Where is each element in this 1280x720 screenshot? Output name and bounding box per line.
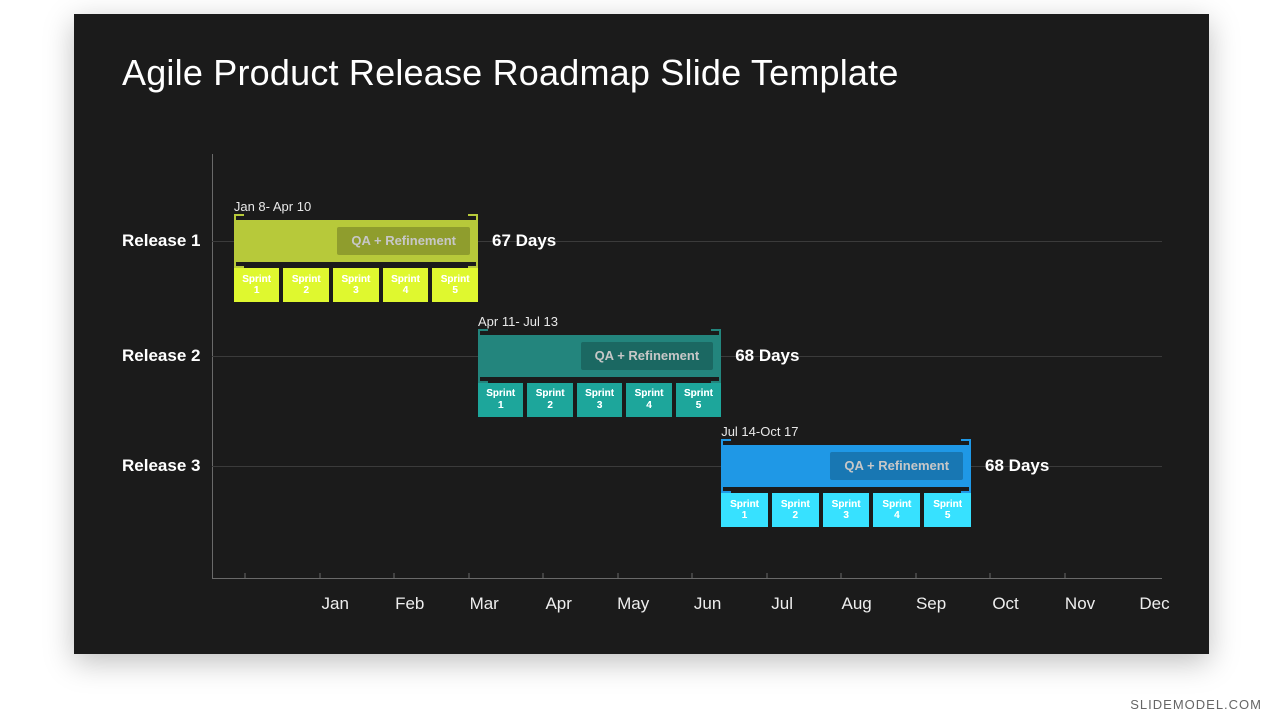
tick-mark	[990, 573, 991, 579]
sprint-box: Sprint5	[432, 268, 478, 302]
sprint-box: Sprint4	[626, 383, 671, 417]
qa-refinement-pill: QA + Refinement	[581, 342, 714, 370]
date-range-label: Jan 8- Apr 10	[234, 199, 478, 214]
qa-refinement-pill: QA + Refinement	[337, 227, 470, 255]
month-label: May	[617, 594, 649, 614]
sprint-row: Sprint1Sprint2Sprint3Sprint4Sprint5	[721, 493, 971, 527]
date-range-label: Jul 14-Oct 17	[721, 424, 971, 439]
month-label: Feb	[395, 594, 424, 614]
duration-label: 68 Days	[735, 346, 799, 366]
month-label: Dec	[1139, 594, 1169, 614]
release-label: Release 1	[122, 231, 200, 251]
bracket-right-icon	[474, 214, 478, 268]
month-label: Jun	[694, 594, 721, 614]
release-label: Release 3	[122, 456, 200, 476]
month-label: Jul	[771, 594, 793, 614]
tick-mark	[915, 573, 916, 579]
sprint-box: Sprint4	[873, 493, 920, 527]
month-label: Nov	[1065, 594, 1095, 614]
tick-mark	[245, 573, 246, 579]
attribution-text: SLIDEMODEL.COM	[1130, 697, 1262, 712]
slide-canvas: Agile Product Release Roadmap Slide Temp…	[74, 14, 1209, 654]
tick-mark	[841, 573, 842, 579]
sprint-box: Sprint5	[924, 493, 971, 527]
release-bar: Jul 14-Oct 17 QA + Refinement68 Days Sprin…	[721, 424, 971, 527]
duration-label: 67 Days	[492, 231, 556, 251]
date-range-label: Apr 11- Jul 13	[478, 314, 721, 329]
bracket-right-icon	[967, 439, 971, 493]
release-bar-body: QA + Refinement68 Days	[721, 445, 971, 487]
tick-mark	[394, 573, 395, 579]
release-bar-body: QA + Refinement67 Days	[234, 220, 478, 262]
sprint-box: Sprint1	[234, 268, 280, 302]
sprint-box: Sprint2	[772, 493, 819, 527]
sprint-row: Sprint1Sprint2Sprint3Sprint4Sprint5	[234, 268, 478, 302]
sprint-box: Sprint2	[283, 268, 329, 302]
sprint-box: Sprint2	[527, 383, 572, 417]
tick-mark	[468, 573, 469, 579]
tick-mark	[692, 573, 693, 579]
release-bar: Jan 8- Apr 10 QA + Refinement67 Days Sprin…	[234, 199, 478, 302]
sprint-box: Sprint1	[478, 383, 523, 417]
release-label: Release 2	[122, 346, 200, 366]
bracket-left-icon	[478, 329, 482, 383]
slide-title: Agile Product Release Roadmap Slide Temp…	[122, 52, 899, 94]
month-label: Aug	[841, 594, 871, 614]
sprint-box: Sprint1	[721, 493, 768, 527]
sprint-row: Sprint1Sprint2Sprint3Sprint4Sprint5	[478, 383, 721, 417]
month-label: Jan	[322, 594, 349, 614]
month-label: Apr	[545, 594, 571, 614]
tick-mark	[1064, 573, 1065, 579]
tick-mark	[319, 573, 320, 579]
duration-label: 68 Days	[985, 456, 1049, 476]
sprint-box: Sprint3	[333, 268, 379, 302]
month-ticks: JanFebMarAprMayJunJulAugSepOctNovDec	[212, 579, 1162, 614]
tick-mark	[617, 573, 618, 579]
qa-refinement-pill: QA + Refinement	[830, 452, 963, 480]
tick-mark	[766, 573, 767, 579]
release-bar: Apr 11- Jul 13 QA + Refinement68 Days Spri…	[478, 314, 721, 417]
bracket-left-icon	[234, 214, 238, 268]
roadmap-chart: JanFebMarAprMayJunJulAugSepOctNovDec Rel…	[122, 154, 1162, 614]
sprint-box: Sprint3	[577, 383, 622, 417]
y-axis	[212, 154, 213, 579]
month-label: Sep	[916, 594, 946, 614]
sprint-box: Sprint4	[383, 268, 429, 302]
month-label: Oct	[992, 594, 1018, 614]
tick-mark	[543, 573, 544, 579]
bracket-left-icon	[721, 439, 725, 493]
month-label: Mar	[470, 594, 499, 614]
bracket-right-icon	[717, 329, 721, 383]
release-bar-body: QA + Refinement68 Days	[478, 335, 721, 377]
sprint-box: Sprint5	[676, 383, 721, 417]
sprint-box: Sprint3	[823, 493, 870, 527]
